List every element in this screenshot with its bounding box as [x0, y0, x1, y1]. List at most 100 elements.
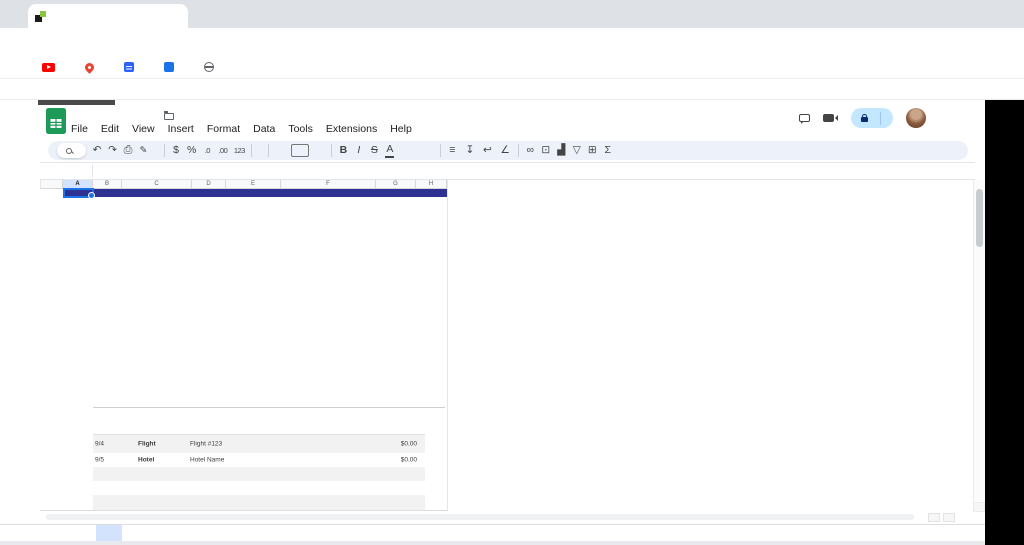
sheets-header-right	[786, 107, 926, 129]
bookmark-maps[interactable]	[85, 63, 100, 72]
expense-amount: $0.00	[401, 457, 417, 464]
search-icon	[66, 148, 72, 154]
insert-comment-icon[interactable]: ⊡	[541, 142, 550, 159]
text-rotation-icon[interactable]: ∠	[500, 142, 511, 159]
shared-screen: File Edit View Insert Format Data Tools Extensi…	[0, 100, 985, 545]
print-icon[interactable]: ⎙	[124, 142, 133, 159]
redo-icon[interactable]: ↷	[108, 142, 117, 159]
expense-row[interactable]: 9/4 Flight Flight #123 $0.00	[93, 435, 425, 453]
insert-chart-icon[interactable]: ▟	[557, 142, 566, 159]
tab-search-icon[interactable]	[8, 6, 26, 23]
toolbar-group-insert: ∞ ⊡ ▟ ▽ ⊞ Σ	[526, 142, 613, 159]
bold-icon[interactable]: B	[339, 142, 348, 159]
scroll-right-icon[interactable]	[943, 513, 955, 522]
column-headers: ABCDEFGH	[63, 180, 447, 189]
scroll-down-icon[interactable]	[973, 502, 985, 512]
bookmarks-bar	[0, 56, 1024, 79]
expense-category: Flight	[138, 441, 156, 448]
format-currency-icon[interactable]: $	[172, 142, 181, 159]
bookmark-news[interactable]	[124, 62, 140, 72]
menu-item[interactable]: View	[132, 123, 155, 135]
sheet-tab-bar	[0, 524, 985, 541]
menu-item[interactable]: Edit	[101, 123, 119, 135]
decrease-decimals-icon[interactable]: .0	[203, 142, 212, 159]
text-wrap-icon[interactable]: ↩	[483, 142, 494, 159]
sheet-tab-expense-report[interactable]	[96, 525, 122, 542]
functions-icon[interactable]: Σ	[603, 142, 612, 159]
filter-icon[interactable]: ▽	[572, 142, 581, 159]
bookmark-invoice-builder[interactable]	[204, 62, 220, 72]
paint-format-icon[interactable]: ✎	[139, 142, 148, 159]
template-header-band	[63, 189, 447, 197]
share-divider	[880, 112, 881, 125]
italic-icon[interactable]: I	[354, 142, 363, 159]
window-bottom-edge	[0, 541, 985, 545]
horizontal-align-icon[interactable]: ≡	[448, 142, 459, 159]
expense-table-header	[93, 412, 425, 435]
tab-strip	[0, 0, 1024, 28]
font-size-input[interactable]	[291, 144, 309, 157]
menu-item[interactable]: Format	[207, 123, 240, 135]
strikethrough-icon[interactable]: S	[370, 142, 379, 159]
increase-decimals-icon[interactable]: .00	[218, 142, 227, 159]
menu-item[interactable]: Data	[253, 123, 275, 135]
select-all-corner[interactable]	[40, 180, 63, 189]
column-header-D[interactable]: D	[192, 180, 226, 189]
menu-item[interactable]: File	[71, 123, 88, 135]
active-cell-selection[interactable]	[63, 188, 94, 198]
expense-description: Flight #123	[190, 441, 222, 448]
formula-bar	[40, 162, 975, 180]
letterbox	[985, 100, 1024, 545]
column-header-C[interactable]: C	[122, 180, 192, 189]
vertical-scroll-thumb[interactable]	[976, 189, 983, 247]
column-header-G[interactable]: G	[376, 180, 416, 189]
table-views-icon[interactable]: ⊞	[588, 142, 597, 159]
globe-icon	[204, 62, 214, 72]
toolbar-separator	[251, 144, 252, 157]
expense-date: 9/4	[95, 441, 104, 448]
toolbar-separator	[440, 144, 441, 157]
browser-toolbar: ◳ ◨	[0, 28, 1024, 56]
vertical-align-icon[interactable]: ↧	[465, 142, 476, 159]
comment-history-icon[interactable]	[799, 114, 810, 122]
undo-icon[interactable]: ↶	[93, 142, 102, 159]
move-folder-icon[interactable]	[164, 113, 174, 120]
sheets-toolbar: ↶ ↷ ⎙ ✎ $% .0 .00 123 BISA	[48, 141, 968, 160]
sheets-file-icon	[46, 108, 66, 134]
text-color-icon[interactable]: A	[385, 143, 394, 158]
menu-item[interactable]: Insert	[168, 123, 194, 135]
menu-item[interactable]: Extensions	[326, 123, 377, 135]
sheets-menubar: File Edit View Insert Format Data Tools Extensi…	[71, 123, 412, 135]
insert-link-icon[interactable]: ∞	[526, 142, 535, 159]
expense-row[interactable]: 9/5 Hotel Hotel Name $0.00	[93, 453, 425, 467]
empty-banded-row	[93, 495, 425, 510]
scroll-left-icon[interactable]	[928, 513, 940, 522]
bookmark-translate[interactable]	[164, 62, 180, 72]
share-button[interactable]	[851, 108, 893, 128]
menu-item[interactable]: Tools	[288, 123, 313, 135]
more-formats-icon[interactable]: 123	[234, 142, 245, 159]
column-header-H[interactable]: H	[416, 180, 447, 189]
expense-table: 9/4 Flight Flight #123 $0.00 9/5 Hotel H…	[93, 412, 425, 510]
bookmark-youtube[interactable]	[42, 63, 61, 72]
screenleap-favicon	[35, 11, 46, 22]
toolbar-group-alignment: ≡ ↧ ↩ ∠	[448, 142, 512, 159]
expense-rows: 9/4 Flight Flight #123 $0.00 9/5 Hotel H…	[93, 435, 425, 467]
toolbar-separator	[518, 144, 519, 157]
title-icons	[150, 113, 188, 120]
video-camera-icon	[823, 114, 834, 122]
empty-row	[93, 481, 425, 495]
horizontal-scroll-thumb[interactable]	[46, 514, 914, 520]
screenleap-header	[0, 79, 1024, 100]
column-header-B[interactable]: B	[93, 180, 122, 189]
menus-search-button[interactable]	[57, 143, 86, 158]
menu-item[interactable]: Help	[390, 123, 412, 135]
meet-button[interactable]	[823, 114, 838, 122]
shared-screen-edge	[38, 100, 115, 105]
column-header-E[interactable]: E	[226, 180, 281, 189]
account-avatar[interactable]	[906, 108, 926, 128]
browser-tab[interactable]	[28, 4, 188, 28]
column-header-F[interactable]: F	[281, 180, 376, 189]
lock-icon	[861, 117, 868, 122]
format-percent-icon[interactable]: %	[187, 142, 196, 159]
